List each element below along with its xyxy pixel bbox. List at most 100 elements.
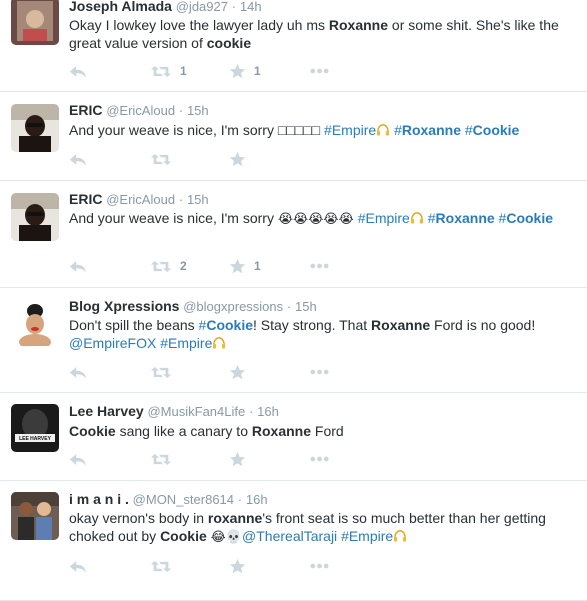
fullname[interactable]: ERIC (69, 102, 102, 118)
retweet-count: 2 (180, 259, 187, 273)
hashtag-link[interactable]: #Roxanne (428, 210, 495, 226)
username[interactable]: @EricAloud (106, 192, 175, 207)
username[interactable]: @EricAloud (106, 103, 175, 118)
tweet-text: Don't spill the beans #Cookie! Stay stro… (69, 316, 574, 352)
star-icon (229, 451, 246, 468)
retweet-button[interactable] (150, 150, 180, 168)
hashtag-symbol: # (427, 210, 436, 226)
hashtag-link[interactable]: #Cookie (499, 210, 553, 226)
username[interactable]: @MON_ster8614 (133, 492, 234, 507)
more-icon (310, 456, 329, 462)
text-segment: Ford is no good! (430, 317, 536, 333)
separator: · (286, 299, 292, 314)
timestamp[interactable]: 16h (257, 404, 279, 419)
reply-button[interactable] (69, 450, 87, 468)
retweet-button[interactable]: 2 (150, 257, 187, 275)
more-button[interactable] (310, 363, 329, 381)
fullname[interactable]: Lee Harvey (69, 403, 144, 419)
timestamp[interactable]: 16h (246, 492, 268, 507)
reply-button[interactable] (69, 62, 87, 80)
fullname[interactable]: Blog Xpressions (69, 298, 179, 314)
text-segment: ! Stay strong. That (253, 317, 372, 333)
username[interactable]: @MusikFan4Life (147, 404, 245, 419)
reply-icon (69, 259, 87, 274)
reply-button[interactable] (69, 557, 87, 575)
hashtag-link[interactable]: #Cookie (199, 317, 253, 333)
retweet-icon (150, 559, 172, 574)
tweet[interactable]: i m a n i . @MON_ster8614 · 16h okay ver… (0, 481, 587, 601)
timestamp[interactable]: 15h (187, 103, 209, 118)
hashtag-link[interactable]: #Empire (160, 335, 212, 351)
tweet[interactable]: LEE HARVEY Lee Harvey @MusikFan4Life · 1… (0, 393, 587, 481)
more-icon (310, 263, 329, 269)
star-icon (229, 558, 246, 575)
retweet-button[interactable] (150, 363, 180, 381)
avatar[interactable] (11, 193, 59, 241)
tweet[interactable]: ERIC @EricAloud · 15h And your weave is … (0, 92, 587, 181)
timestamp[interactable]: 15h (295, 299, 317, 314)
avatar[interactable]: LEE HARVEY (11, 404, 59, 452)
avatar[interactable] (11, 298, 59, 346)
timestamp[interactable]: 15h (187, 192, 209, 207)
tweet[interactable]: ERIC @EricAloud · 15h And your weave is … (0, 181, 587, 288)
tweet[interactable]: Joseph Almada @jda927 · 14h Okay I lowke… (0, 0, 587, 92)
favorite-button[interactable] (229, 450, 254, 468)
more-button[interactable] (310, 450, 329, 468)
tweet-text: And your weave is nice, I'm sorry □□□□□ … (69, 121, 574, 139)
fullname[interactable]: Joseph Almada (69, 0, 172, 14)
favorite-button[interactable]: 1 (229, 257, 261, 275)
highlight-term: Roxanne (251, 423, 311, 439)
mention-link[interactable]: @TherealTaraji (242, 528, 337, 544)
more-icon (310, 563, 329, 569)
tweet[interactable]: Blog Xpressions @blogxpressions · 15h Do… (0, 288, 587, 393)
highlight-term: Cookie (472, 122, 520, 138)
hashtag-link[interactable]: #Roxanne (394, 122, 461, 138)
headphone-icon (376, 124, 390, 136)
reply-icon (69, 559, 87, 574)
fullname[interactable]: i m a n i . (69, 491, 129, 507)
reply-button[interactable] (69, 363, 87, 381)
highlight-term: Roxanne (435, 210, 495, 226)
avatar-image (11, 193, 59, 241)
avatar-text: LEE HARVEY (19, 436, 52, 442)
reply-icon (69, 152, 87, 167)
reply-button[interactable] (69, 150, 87, 168)
crying-emoji: 😭😭😭😭😭 (277, 211, 354, 226)
text-segment: Okay I lowkey love the lawyer lady uh ms (69, 17, 329, 33)
laughing-skull-emoji: 😂💀 (210, 529, 243, 544)
more-button[interactable] (310, 557, 329, 575)
tweet-header: ERIC @EricAloud · 15h (69, 191, 209, 208)
retweet-button[interactable]: 1 (150, 62, 187, 80)
username[interactable]: @jda927 (176, 0, 228, 14)
tweet-text: And your weave is nice, I'm sorry 😭😭😭😭😭 … (69, 209, 574, 227)
retweet-button[interactable] (150, 557, 180, 575)
tweet-text: okay vernon's body in roxanne's front se… (69, 509, 574, 545)
tweet-header: i m a n i . @MON_ster8614 · 16h (69, 491, 268, 508)
avatar[interactable] (11, 492, 59, 540)
more-button[interactable] (310, 62, 329, 80)
avatar[interactable] (11, 104, 59, 152)
tweet-header: ERIC @EricAloud · 15h (69, 102, 209, 119)
fullname[interactable]: ERIC (69, 191, 102, 207)
hashtag-link[interactable]: #Cookie (465, 122, 519, 138)
text-segment: And your weave is nice, I'm sorry □□□□□ (69, 122, 325, 138)
highlight-term: Cookie (160, 528, 207, 544)
favorite-button[interactable] (229, 363, 254, 381)
more-button[interactable] (310, 257, 329, 275)
reply-button[interactable] (69, 257, 87, 275)
hashtag-link[interactable]: #Empire (341, 528, 393, 544)
hashtag-link[interactable]: #Empire (324, 122, 376, 138)
reply-icon (69, 64, 87, 79)
hashtag-link[interactable]: #Empire (358, 210, 410, 226)
retweet-button[interactable] (150, 450, 180, 468)
more-icon (310, 68, 329, 74)
avatar[interactable] (11, 0, 59, 45)
timestamp[interactable]: 14h (240, 0, 262, 14)
favorite-button[interactable] (229, 557, 254, 575)
favorite-button[interactable]: 1 (229, 62, 261, 80)
username[interactable]: @blogxpressions (183, 299, 283, 314)
hashtag-symbol: # (464, 122, 473, 138)
mention-link[interactable]: @EmpireFOX (69, 335, 156, 351)
favorite-button[interactable] (229, 150, 254, 168)
headphone-icon (410, 212, 424, 224)
